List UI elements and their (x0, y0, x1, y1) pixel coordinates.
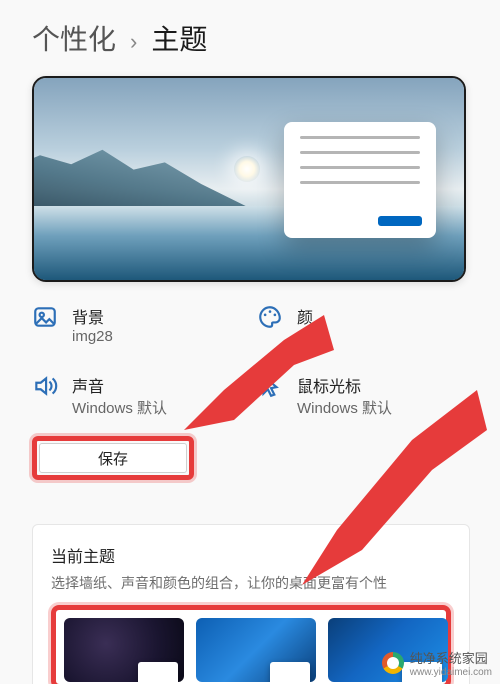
setting-color[interactable]: 颜 色 (257, 304, 472, 349)
save-highlight: 保存 (32, 436, 194, 480)
theme-option-2[interactable] (196, 618, 316, 682)
current-theme-title: 当前主题 (51, 543, 451, 567)
dialog-preview-button (378, 216, 422, 226)
setting-cursor[interactable]: 鼠标光标 Windows 默认 (257, 373, 472, 418)
watermark-logo-icon (382, 652, 404, 674)
setting-color-title: 颜 (297, 304, 313, 328)
image-icon (32, 304, 58, 330)
sound-icon (32, 373, 58, 399)
breadcrumb-parent[interactable]: 个性化 (32, 18, 116, 58)
setting-cursor-title: 鼠标光标 (297, 373, 392, 397)
setting-background-title: 背景 (72, 304, 113, 328)
palette-icon (257, 304, 283, 330)
setting-background-value: img28 (72, 328, 113, 345)
setting-sound-value: Windows 默认 (72, 397, 167, 418)
breadcrumb: 个性化 › 主题 (32, 18, 478, 58)
setting-background[interactable]: 背景 img28 (32, 304, 247, 349)
dialog-preview (284, 122, 436, 238)
setting-sound-title: 声音 (72, 373, 167, 397)
watermark-url: www.yidaimei.com (410, 667, 492, 678)
theme-option-1[interactable] (64, 618, 184, 682)
setting-sound[interactable]: 声音 Windows 默认 (32, 373, 247, 418)
cursor-icon (257, 373, 283, 399)
watermark-text: 纯净系统家园 (410, 648, 492, 667)
chevron-right-icon: › (130, 29, 137, 55)
watermark: 纯净系统家园 www.yidaimei.com (382, 648, 492, 678)
setting-cursor-value: Windows 默认 (297, 397, 392, 418)
theme-settings-grid: 背景 img28 颜 色 声音 Win (32, 304, 472, 418)
theme-preview (32, 76, 466, 282)
current-theme-subtitle: 选择墙纸、声音和颜色的组合，让你的桌面更富有个性 (51, 573, 451, 593)
wallpaper-sun (234, 156, 260, 182)
breadcrumb-current: 主题 (151, 18, 207, 58)
save-button[interactable]: 保存 (39, 443, 187, 473)
setting-color-value: 色 (297, 328, 313, 349)
